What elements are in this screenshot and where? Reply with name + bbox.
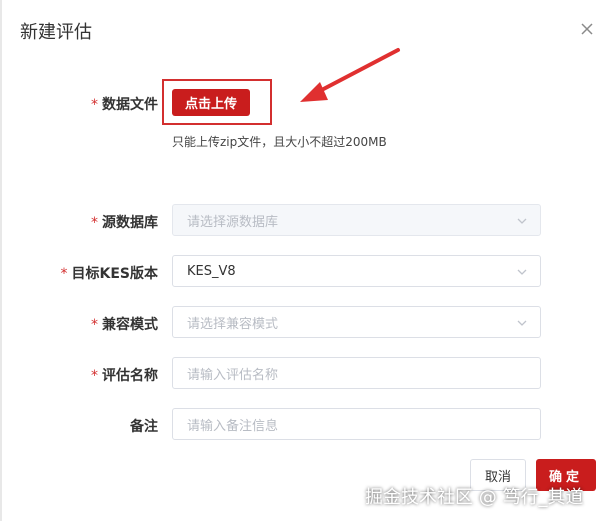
source-db-label: * 源数据库 <box>91 215 158 231</box>
dialog-title: 新建评估 <box>20 22 92 43</box>
upload-hint: 只能上传zip文件，且大小不超过200MB <box>172 135 387 149</box>
eval-name-input[interactable]: 请输入评估名称 <box>172 357 541 389</box>
dialog-left-edge <box>0 0 2 521</box>
remark-placeholder: 请输入备注信息 <box>187 418 279 434</box>
upload-button[interactable]: 点击上传 <box>172 89 250 116</box>
chevron-down-icon <box>517 269 527 275</box>
eval-name-label: * 评估名称 <box>91 368 158 384</box>
compat-mode-select[interactable]: 请选择兼容模式 <box>172 306 541 338</box>
chevron-down-icon <box>517 320 527 326</box>
compat-mode-label: * 兼容模式 <box>91 317 158 333</box>
target-version-label: * 目标KES版本 <box>60 266 159 282</box>
close-icon[interactable] <box>578 20 596 38</box>
target-version-value: KES_V8 <box>187 263 236 279</box>
required-mark: * <box>91 97 98 113</box>
annotation-arrow-icon <box>300 48 400 102</box>
compat-mode-placeholder: 请选择兼容模式 <box>187 316 279 332</box>
source-db-select[interactable]: 请选择源数据库 <box>172 204 541 236</box>
chevron-down-icon <box>517 218 527 224</box>
watermark-text: 掘金技术社区 @ 笃行_其道 <box>365 487 584 508</box>
remark-input[interactable]: 请输入备注信息 <box>172 408 541 440</box>
remark-label: 备注 <box>130 419 158 435</box>
data-file-label: * 数据文件 <box>91 97 158 113</box>
source-db-placeholder: 请选择源数据库 <box>187 214 279 230</box>
eval-name-placeholder: 请输入评估名称 <box>187 367 279 383</box>
target-version-select[interactable]: KES_V8 <box>172 255 541 287</box>
new-evaluation-dialog: 新建评估 * 数据文件 点击上传 只能上传zip文件，且大小不超过200MB * 源… <box>0 0 616 521</box>
